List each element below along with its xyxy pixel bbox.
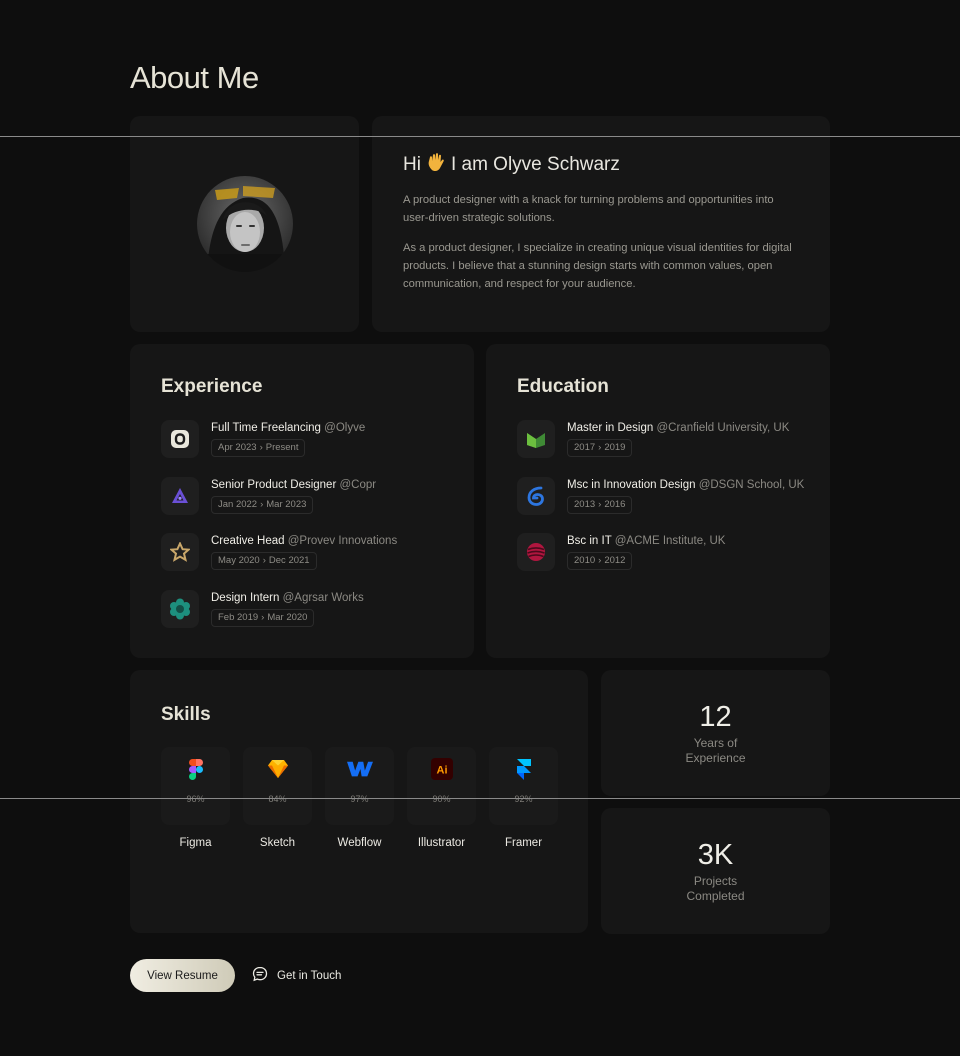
experience-org: @Provev Innovations <box>287 535 398 547</box>
experience-role: Design Intern <box>211 591 280 604</box>
education-degree: Msc in Innovation Design <box>567 478 696 491</box>
stat-label: Years of Experience <box>685 735 746 765</box>
skill-percent: 97% <box>350 794 369 804</box>
education-list: Master in Design @Cranfield University, … <box>517 420 804 590</box>
education-item: Master in Design @Cranfield University, … <box>517 420 799 477</box>
cranfield-logo-icon <box>517 420 555 458</box>
view-resume-button[interactable]: View Resume <box>130 959 235 992</box>
get-in-touch-label: Get in Touch <box>277 969 342 982</box>
bio-paragraph: As a product designer, I specialize in c… <box>403 242 792 290</box>
experience-org: @Olyve <box>324 422 366 434</box>
experience-item: Design Intern @Agrsar Works Feb 2019 › Mar… <box>161 589 443 647</box>
education-school: @ACME Institute, UK <box>614 535 726 547</box>
greeting-name: I am Olyve Schwarz <box>450 153 620 175</box>
experience-role: Senior Product Designer <box>211 478 337 491</box>
experience-org: @Agrsar Works <box>282 591 364 604</box>
skill-name: Webflow <box>337 837 382 849</box>
webflow-icon <box>346 756 373 782</box>
skill-tile: 92% <box>489 747 558 825</box>
illustrator-icon: Ai <box>429 756 455 782</box>
acme-logo-icon <box>517 533 555 571</box>
sketch-icon <box>265 756 291 782</box>
experience-org: @Copr <box>339 478 377 491</box>
stat-value: 3K <box>697 838 734 871</box>
greeting-prefix: Hi <box>403 153 421 175</box>
experience-item: Senior Product Designer @Copr Jan 2022 › M… <box>161 476 443 534</box>
date-range-badge: Feb 2019 › Mar 2020 <box>211 608 315 627</box>
copr-logo-icon <box>161 476 199 515</box>
education-title: Education <box>517 376 609 397</box>
dsgn-logo-icon <box>517 476 555 515</box>
date-range-badge: 2013 › 2016 <box>567 495 633 514</box>
stat-label: Projects Completed <box>686 873 745 903</box>
svg-text:Ai: Ai <box>436 765 447 777</box>
experience-role: Creative Head <box>211 535 285 547</box>
skills-card: Skills 96% Figma 84% Sketch 97% Webflow … <box>130 670 588 933</box>
skill-percent: 84% <box>268 794 287 804</box>
skill-tile: Ai 90% <box>407 747 476 825</box>
date-range-badge: Jan 2022 › Mar 2023 <box>211 495 314 514</box>
projects-completed-stat: 3K Projects Completed <box>601 808 830 934</box>
education-item: Bsc in IT @ACME Institute, UK 2010 › 2012 <box>517 533 799 590</box>
experience-role: Full Time Freelancing <box>211 422 321 434</box>
experience-card: Experience Full Time Freelancing @Olyve … <box>130 344 474 658</box>
intro-card: Hi I am Olyve Schwarz A product designer… <box>372 116 830 332</box>
skills-title: Skills <box>161 704 211 725</box>
divider-line <box>0 798 960 799</box>
skill-name: Illustrator <box>417 837 466 849</box>
skill-tile: 97% <box>325 747 394 825</box>
experience-item: Creative Head @Provev Innovations May 20… <box>161 533 443 590</box>
date-range-badge: May 2020 › Dec 2021 <box>211 552 317 570</box>
bio-paragraph: A product designer with a knack for turn… <box>403 194 774 224</box>
experience-title: Experience <box>161 376 263 397</box>
skill-tile: 96% <box>161 747 230 825</box>
olyve-logo-icon <box>161 420 199 458</box>
education-degree: Master in Design <box>567 422 654 434</box>
education-school: @DSGN School, UK <box>698 478 805 491</box>
experience-item: Full Time Freelancing @Olyve Apr 2023 › Pr… <box>161 420 443 477</box>
date-range-badge: 2010 › 2012 <box>567 552 633 570</box>
divider-line <box>0 136 960 137</box>
experience-list: Full Time Freelancing @Olyve Apr 2023 › Pr… <box>161 420 443 646</box>
profile-card <box>130 116 359 332</box>
education-school: @Cranfield University, UK <box>656 422 790 434</box>
education-item: Msc in Innovation Design @DSGN School, U… <box>517 476 804 534</box>
provev-logo-icon <box>161 533 199 571</box>
date-range-badge: Apr 2023 › Present <box>211 439 306 457</box>
education-degree: Bsc in IT <box>567 535 612 547</box>
avatar <box>196 176 293 272</box>
skill-percent: 90% <box>432 794 451 804</box>
get-in-touch-link[interactable]: Get in Touch <box>252 966 341 985</box>
agrsar-logo-icon <box>161 589 199 628</box>
skill-percent: 92% <box>514 794 533 804</box>
figma-icon <box>183 756 209 782</box>
skill-percent: 96% <box>186 794 205 804</box>
skill-name: Sketch <box>259 837 296 849</box>
greeting-heading: Hi I am Olyve Schwarz <box>403 152 799 177</box>
chat-bubble-icon <box>252 966 268 985</box>
page-title: About Me <box>130 60 259 95</box>
education-card: Education Master in Design @Cranfield Un… <box>486 344 830 658</box>
skill-tile: 84% <box>243 747 312 825</box>
waving-hand-icon <box>427 152 445 177</box>
skill-name: Figma <box>179 837 212 849</box>
framer-icon <box>511 756 537 782</box>
date-range-badge: 2017 › 2019 <box>567 439 633 457</box>
stat-value: 12 <box>699 700 732 733</box>
skill-name: Framer <box>504 837 543 849</box>
years-experience-stat: 12 Years of Experience <box>601 670 830 796</box>
